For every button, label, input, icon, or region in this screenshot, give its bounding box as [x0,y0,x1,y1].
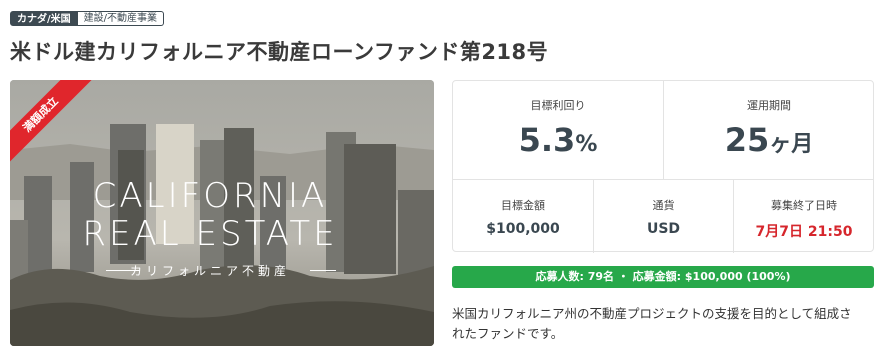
term-cell: 運用期間 25ヶ月 [664,97,874,159]
yield-value: 5.3% [518,121,598,159]
currency-label: 通貨 [652,199,675,212]
divider-right [310,270,336,271]
fund-stats-panel: 目標利回り 5.3% 運用期間 25ヶ月 目標金額 $100,000 通貨 US… [452,80,874,253]
deadline-label: 募集終了日時 [771,199,837,212]
fund-description: 米国カリフォルニア州の不動産プロジェクトの支援を目的として組成されたファンドです… [452,306,852,341]
hero-subtitle: カリフォルニア不動産 [129,264,290,278]
funding-progress-bar: 応募人数: 79名 ・ 応募金額: $100,000 (100%) [452,266,874,288]
region-tag[interactable]: カナダ/米国 [10,11,78,26]
divider [453,179,873,180]
ribbon-badge: 満額成立 [10,80,100,170]
fully-funded-ribbon: 満額成立 [10,80,95,169]
hero-image: 満額成立 CALIFORNIA REAL ESTATE カリフォルニア不動産 [10,80,434,346]
deadline-cell: 募集終了日時 7月7日 21:50 [734,197,874,241]
term-value: 25ヶ月 [724,121,814,159]
hero-title-line1: CALIFORNIA [92,176,328,216]
deadline-value: 7月7日 21:50 [755,224,853,240]
target-value: $100,000 [486,221,560,237]
yield-label: 目標利回り [530,99,586,112]
target-label: 目標金額 [501,199,545,212]
term-label: 運用期間 [747,99,791,112]
currency-cell: 通貨 USD [594,197,733,237]
category-tag[interactable]: 建設/不動産事業 [77,11,165,26]
currency-value: USD [646,221,681,237]
yield-cell: 目標利回り 5.3% [453,97,663,159]
hero-title-line2: REAL ESTATE [82,214,338,254]
fund-title: 米ドル建カリフォルニア不動産ローンファンド第218号 [10,40,549,64]
target-cell: 目標金額 $100,000 [453,197,593,237]
tag-group: カナダ/米国 建設/不動産事業 [10,11,165,26]
